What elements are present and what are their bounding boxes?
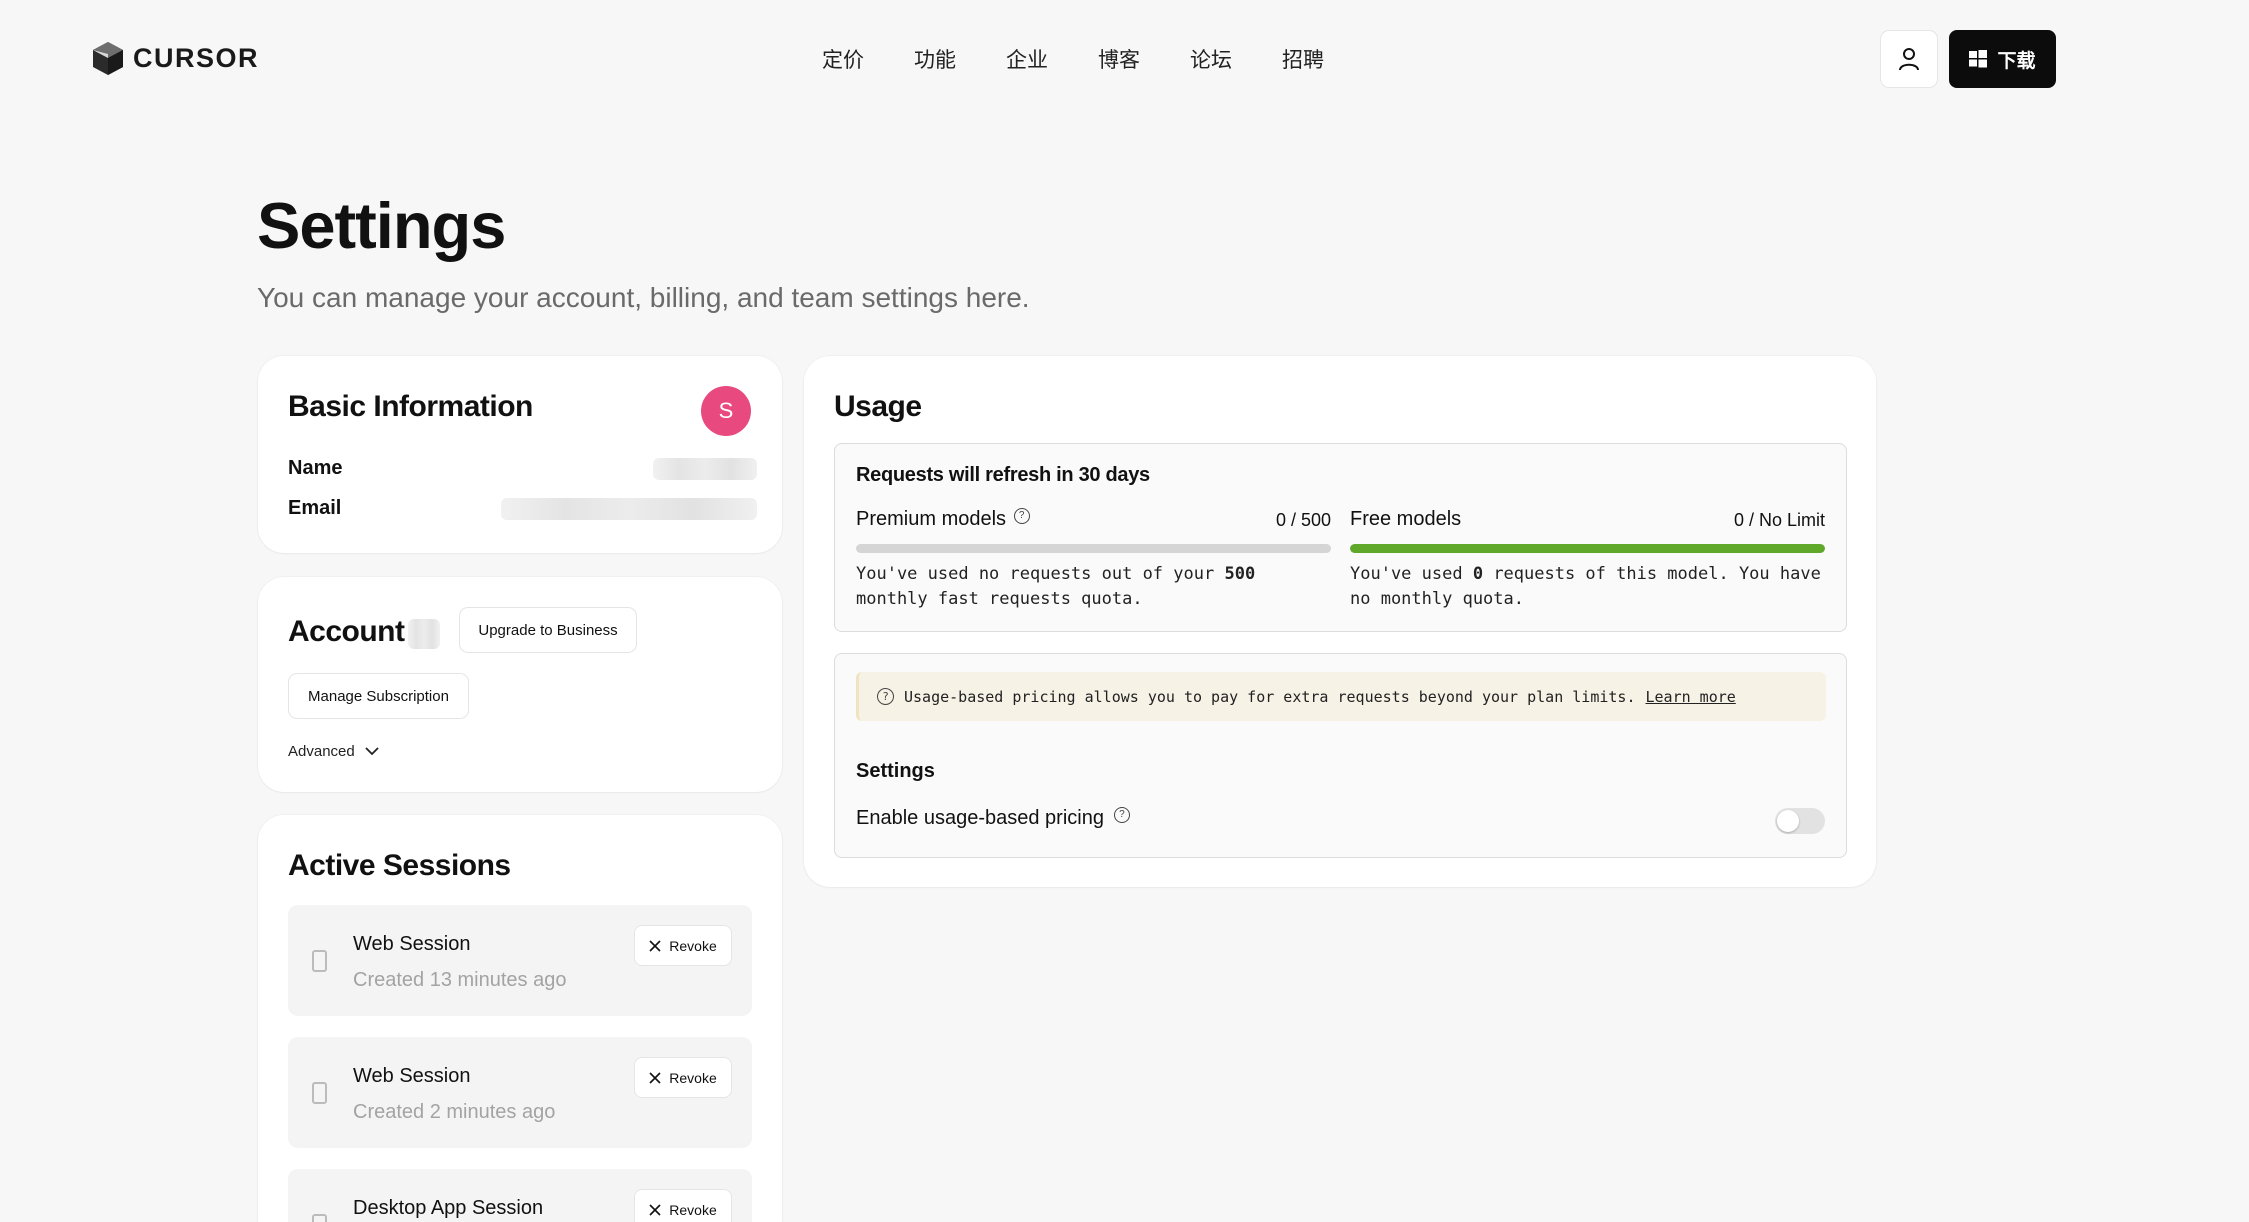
premium-desc-post: monthly fast requests quota. [856,589,1143,609]
session-name: Web Session [353,933,471,955]
help-circle-icon: ? [877,688,894,705]
advanced-toggle[interactable]: Advanced [288,743,379,760]
help-icon[interactable]: ? [1113,806,1130,823]
session-item: Web Session Created 2 minutes ago Revoke [288,1037,752,1148]
avatar: S [701,386,751,436]
refresh-info: Requests will refresh in 30 days [856,464,1150,486]
usage-title: Usage [834,390,922,423]
session-time: Created 13 minutes ago [353,969,567,991]
close-icon [649,939,661,952]
session-item: Web Session Created 13 minutes ago Revok… [288,905,752,1016]
toggle-knob [1777,810,1799,832]
top-navigation: CURSOR 定价 功能 企业 博客 论坛 招聘 下载 [0,0,2249,118]
plan-badge-redacted [408,619,440,649]
premium-desc-bold: 500 [1224,564,1256,584]
cursor-logo-icon [93,42,123,75]
free-desc-bold: 0 [1472,564,1484,584]
request-quota-panel: Requests will refresh in 30 days Premium… [834,443,1847,632]
session-item: Desktop App Session Revoke [288,1169,752,1222]
session-name: Web Session [353,1065,471,1087]
usage-pricing-notice: ? Usage-based pricing allows you to pay … [856,672,1826,721]
premium-description: You've used no requests out of your 500 … [856,562,1336,612]
logo-text: CURSOR [133,42,260,73]
free-models-label: Free models [1350,508,1462,530]
advanced-label: Advanced [288,743,355,760]
basic-information-title: Basic Information [288,390,533,423]
revoke-button[interactable]: Revoke [634,925,732,966]
premium-desc-pre: You've used no requests out of your [856,564,1225,584]
notice-text: Usage-based pricing allows you to pay fo… [904,687,1636,706]
page-title: Settings [257,189,506,262]
usage-pricing-setting: Enable usage-based pricing ? [856,806,1130,830]
account-card: Account Upgrade to Business Manage Subsc… [258,577,782,792]
free-models-count: 0 / No Limit [1733,510,1825,530]
account-title: Account [288,615,405,648]
usage-card: Usage Requests will refresh in 30 days P… [804,356,1876,887]
windows-icon [1969,50,1988,68]
device-icon [312,1082,327,1104]
free-progress-fill [1350,544,1825,553]
nav-enterprise[interactable]: 企业 [1006,44,1048,74]
device-icon [312,950,327,972]
revoke-label: Revoke [669,937,717,954]
learn-more-link[interactable]: Learn more [1646,688,1736,706]
name-label: Name [288,457,343,479]
account-button[interactable] [1880,30,1938,88]
logo[interactable]: CURSOR [91,40,259,76]
close-icon [649,1071,661,1084]
basic-information-card: Basic Information S Name Email [258,356,782,553]
nav-forum[interactable]: 论坛 [1190,44,1232,74]
usage-pricing-toggle[interactable] [1775,808,1825,834]
email-value-redacted [501,498,757,520]
page-subtitle: You can manage your account, billing, an… [257,282,1030,313]
close-icon [649,1203,661,1216]
premium-models-text: Premium models [856,508,1007,530]
device-icon [312,1214,327,1222]
download-label: 下载 [1997,49,2036,72]
upgrade-to-business-button[interactable]: Upgrade to Business [459,607,637,653]
nav-blog[interactable]: 博客 [1098,44,1140,74]
premium-models-count: 0 / 500 [1275,510,1331,530]
settings-subtitle: Settings [856,760,935,782]
active-sessions-card: Active Sessions Web Session Created 13 m… [258,815,782,1222]
premium-models-label: Premium models ? [856,508,1030,531]
revoke-button[interactable]: Revoke [634,1189,732,1222]
download-button[interactable]: 下载 [1949,30,2056,88]
toggle-label: Enable usage-based pricing [856,807,1104,829]
nav-features[interactable]: 功能 [914,44,956,74]
main-nav: 定价 功能 企业 博客 论坛 招聘 [822,44,1324,74]
user-icon [1899,48,1919,71]
help-icon[interactable]: ? [1013,508,1030,524]
session-time: Created 2 minutes ago [353,1101,556,1123]
revoke-label: Revoke [669,1201,717,1218]
free-progress-bar [1350,544,1825,553]
email-label: Email [288,497,342,519]
name-value-redacted [653,458,757,480]
manage-subscription-button[interactable]: Manage Subscription [288,673,469,719]
active-sessions-title: Active Sessions [288,849,511,882]
usage-pricing-panel: ? Usage-based pricing allows you to pay … [834,653,1847,858]
revoke-button[interactable]: Revoke [634,1057,732,1098]
premium-progress-bar [856,544,1331,553]
free-description: You've used 0 requests of this model. Yo… [1350,562,1830,612]
nav-careers[interactable]: 招聘 [1282,44,1324,74]
chevron-down-icon [365,747,379,756]
session-name: Desktop App Session [353,1197,544,1219]
free-desc-pre: You've used [1350,564,1473,584]
revoke-label: Revoke [669,1069,717,1086]
nav-pricing[interactable]: 定价 [822,44,864,74]
